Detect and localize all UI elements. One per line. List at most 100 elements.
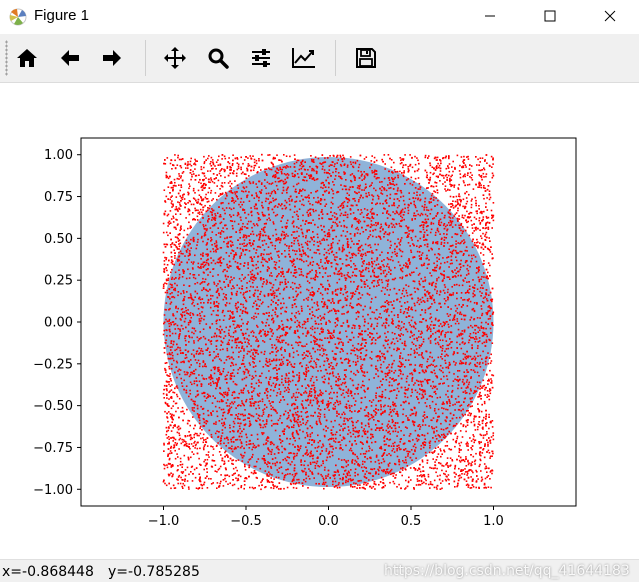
scatter-point [399, 157, 402, 159]
scatter-point [177, 327, 180, 330]
toolbar-grip-handle[interactable] [5, 40, 8, 76]
scatter-point [319, 349, 321, 351]
scatter-point [209, 382, 212, 384]
scatter-point [189, 447, 191, 450]
scatter-point [190, 443, 193, 445]
scatter-point [410, 395, 412, 397]
scatter-point [163, 329, 165, 332]
scatter-point [307, 404, 310, 406]
scatter-point [358, 163, 361, 166]
scatter-point [250, 402, 252, 405]
scatter-point [353, 463, 356, 465]
scatter-point [389, 408, 391, 411]
scatter-point [462, 205, 464, 208]
scatter-point [262, 301, 264, 304]
scatter-point [327, 244, 330, 247]
scatter-point [280, 441, 282, 444]
scatter-point [178, 368, 180, 371]
subplots-button[interactable] [246, 43, 276, 73]
zoom-button[interactable] [203, 43, 233, 73]
scatter-point [327, 275, 329, 278]
scatter-point [192, 416, 194, 418]
toolbar-separator [335, 40, 336, 76]
scatter-point [378, 177, 380, 179]
scatter-point [486, 335, 488, 338]
scatter-point [435, 270, 437, 272]
scatter-point [267, 465, 269, 468]
scatter-point [230, 276, 232, 278]
home-button[interactable] [12, 43, 42, 73]
scatter-point [257, 298, 259, 301]
scatter-point [174, 328, 176, 330]
scatter-point [446, 402, 448, 405]
scatter-point [416, 250, 419, 253]
scatter-point [181, 466, 183, 468]
scatter-point [354, 453, 356, 456]
scatter-point [171, 278, 173, 280]
scatter-point [319, 365, 321, 368]
scatter-point [309, 470, 311, 472]
scatter-point [424, 478, 426, 480]
scatter-point [471, 224, 473, 226]
scatter-point [267, 453, 270, 455]
scatter-point [264, 325, 267, 327]
scatter-point [288, 452, 290, 455]
forward-button[interactable] [97, 43, 127, 73]
scatter-point [227, 439, 229, 441]
scatter-point [217, 442, 219, 444]
scatter-point [196, 434, 199, 437]
scatter-point [448, 174, 450, 177]
scatter-point [418, 330, 420, 332]
scatter-point [460, 313, 463, 316]
edit-axis-button[interactable] [289, 43, 319, 73]
scatter-point [358, 191, 360, 194]
pan-button[interactable] [160, 43, 190, 73]
scatter-point [262, 253, 265, 256]
scatter-point [177, 456, 179, 458]
scatter-point [420, 231, 422, 233]
scatter-point [347, 433, 349, 435]
scatter-point [393, 226, 396, 228]
scatter-point [285, 189, 288, 191]
back-button[interactable] [55, 43, 85, 73]
scatter-point [247, 262, 249, 264]
scatter-point [320, 186, 322, 189]
scatter-point [276, 392, 279, 394]
scatter-point [465, 197, 468, 199]
scatter-point [390, 301, 392, 303]
scatter-point [352, 336, 355, 339]
scatter-point [295, 213, 298, 216]
scatter-point [229, 427, 231, 429]
scatter-point [396, 212, 399, 214]
scatter-point [431, 166, 434, 168]
scatter-point [435, 231, 437, 234]
figure-canvas[interactable]: −1.0 −0.5 0.0 0.5 1.0 1.00 0.75 0.50 0.25 0.00 −0… [0, 83, 639, 559]
scatter-point [410, 372, 413, 374]
scatter-point [238, 268, 241, 270]
close-button[interactable] [587, 0, 633, 32]
scatter-point [455, 310, 457, 312]
scatter-point [217, 283, 219, 285]
scatter-point [287, 235, 289, 237]
maximize-button[interactable] [527, 0, 573, 32]
scatter-point [193, 305, 196, 307]
scatter-point [413, 287, 416, 289]
scatter-point [222, 270, 224, 273]
scatter-point [168, 383, 170, 386]
scatter-point [361, 370, 363, 372]
scatter-point [307, 215, 310, 217]
scatter-point [389, 481, 391, 484]
save-button[interactable] [351, 43, 381, 73]
scatter-point [305, 407, 307, 409]
scatter-point [237, 459, 240, 461]
scatter-point [383, 177, 386, 180]
scatter-point [336, 154, 339, 157]
scatter-point [492, 202, 495, 204]
scatter-point [435, 282, 437, 285]
scatter-point [466, 221, 468, 224]
minimize-button[interactable] [467, 0, 513, 32]
scatter-point [192, 445, 194, 447]
scatter-point [238, 404, 240, 406]
scatter-point [330, 309, 333, 312]
scatter-point [220, 474, 222, 476]
